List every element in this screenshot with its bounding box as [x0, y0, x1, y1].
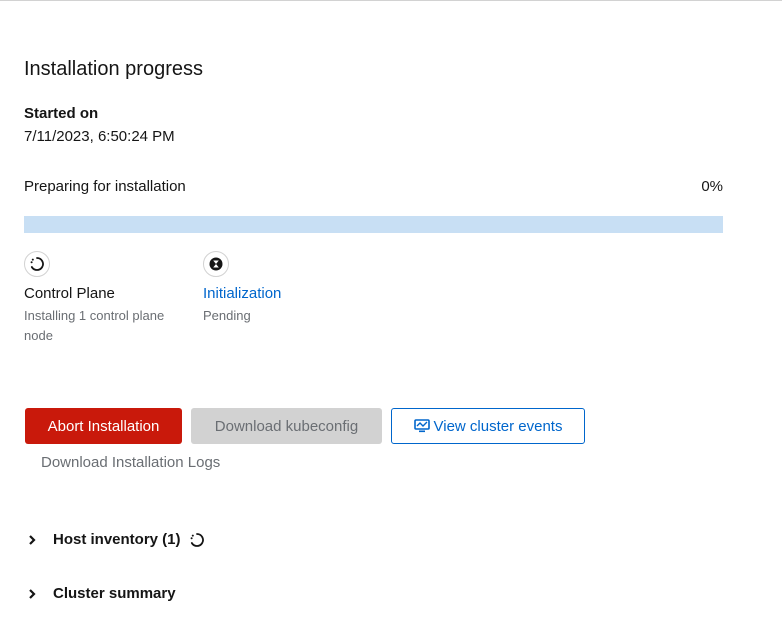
started-on-value: 7/11/2023, 6:50:24 PM	[24, 128, 175, 145]
cluster-summary-label: Cluster summary	[53, 585, 176, 602]
chevron-right-icon	[28, 588, 40, 600]
in-progress-icon	[189, 532, 205, 548]
cluster-summary-toggle[interactable]: Cluster summary	[28, 585, 176, 602]
installation-progress-page: Installation progress Started on 7/11/20…	[0, 0, 782, 626]
in-progress-icon	[24, 251, 50, 277]
page-title: Installation progress	[24, 58, 203, 80]
download-installation-logs-link[interactable]: Download Installation Logs	[41, 454, 220, 471]
download-kubeconfig-button: Download kubeconfig	[191, 408, 382, 444]
step-control-plane: Control Plane Installing 1 control plane…	[24, 251, 194, 346]
step-initialization: Initialization Pending	[203, 251, 373, 326]
chevron-right-icon	[28, 534, 40, 546]
host-inventory-toggle[interactable]: Host inventory (1)	[28, 531, 205, 548]
step-title: Control Plane	[24, 285, 115, 302]
pending-icon	[203, 251, 229, 277]
monitor-icon	[413, 419, 430, 433]
progress-label: Preparing for installation	[24, 178, 186, 195]
view-cluster-events-label: View cluster events	[433, 417, 563, 435]
started-on-label: Started on	[24, 105, 99, 122]
step-title-link[interactable]: Initialization	[203, 285, 373, 302]
view-cluster-events-button[interactable]: View cluster events	[391, 408, 585, 444]
step-description: Installing 1 control plane node	[24, 308, 165, 343]
progress-bar	[24, 216, 723, 233]
top-divider	[0, 0, 782, 1]
host-inventory-label: Host inventory (1)	[53, 531, 181, 548]
step-description: Pending	[203, 308, 251, 323]
abort-installation-button[interactable]: Abort Installation	[25, 408, 182, 444]
progress-percent: 0%	[701, 178, 723, 195]
